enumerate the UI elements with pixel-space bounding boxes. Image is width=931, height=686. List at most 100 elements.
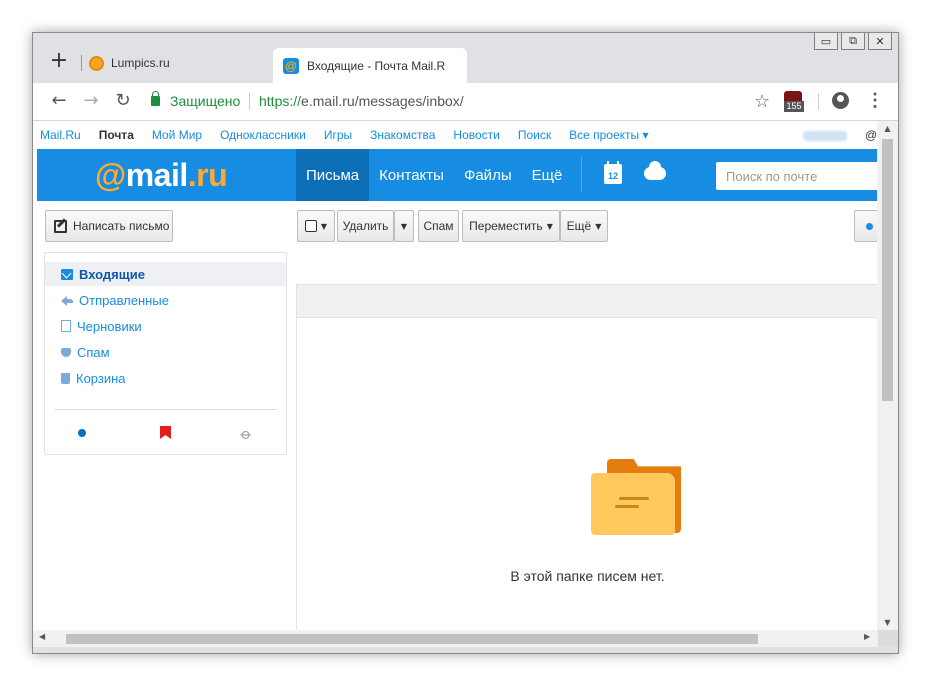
menu-dots-icon[interactable]: ⋮ xyxy=(866,91,884,109)
tab-title: Lumpics.ru xyxy=(111,56,170,70)
vertical-scroll-thumb[interactable] xyxy=(882,139,893,401)
move-button[interactable]: Переместить ▼ xyxy=(462,210,560,242)
tab-bar: + Lumpics.ru @ Входящие - Почта Mail.R xyxy=(33,33,898,83)
folder-label: Черновики xyxy=(77,318,142,334)
tab-lumpics[interactable]: Lumpics.ru xyxy=(89,51,170,75)
compose-button[interactable]: Написать письмо xyxy=(45,210,173,242)
scroll-left-icon[interactable]: ◀ xyxy=(39,632,45,641)
nav-contacts[interactable]: Контакты xyxy=(369,149,454,201)
tab-mail-inbox[interactable]: @ Входящие - Почта Mail.R xyxy=(273,48,467,83)
horizontal-scrollbar[interactable]: ◀ ▶ xyxy=(33,630,878,647)
portal-link-moi-mir[interactable]: Мой Мир xyxy=(152,128,202,142)
folder-front xyxy=(591,473,675,535)
url-separator xyxy=(249,93,250,110)
scroll-right-icon[interactable]: ▶ xyxy=(864,632,870,641)
reload-icon[interactable]: ↻ xyxy=(113,91,133,111)
portal-link-mailru[interactable]: Mail.Ru xyxy=(40,128,81,142)
folder-spam[interactable]: Спам xyxy=(45,340,286,364)
folder-sent[interactable]: Отправленные xyxy=(45,288,286,312)
tab-separator xyxy=(81,55,82,71)
portal-link-pochta[interactable]: Почта xyxy=(99,128,134,142)
header-separator xyxy=(581,157,582,193)
inbox-icon xyxy=(61,268,73,280)
extension-glyph xyxy=(784,91,802,101)
view-options-button[interactable] xyxy=(854,210,878,242)
extension-badge: 155 xyxy=(784,101,804,112)
user-email-blurred xyxy=(803,130,847,141)
search-input[interactable]: Поиск по почте xyxy=(716,162,878,190)
delete-button[interactable]: Удалить xyxy=(337,210,394,242)
chevron-down-icon: ▼ xyxy=(320,221,328,231)
page-content: Mail.Ru Почта Мой Мир Одноклассники Игры… xyxy=(33,121,878,630)
cloud-icon[interactable] xyxy=(644,161,666,180)
toolbar-separator xyxy=(818,93,819,110)
tab-title: Входящие - Почта Mail.R xyxy=(307,58,446,73)
extension-icon[interactable]: 155 xyxy=(784,91,804,113)
browser-window: ▭ ⧉ ✕ + Lumpics.ru @ Входящие - Почта Ma… xyxy=(32,32,899,654)
portal-link-ok[interactable]: Одноклассники xyxy=(220,128,306,142)
vertical-scrollbar[interactable]: ▲ ▼ xyxy=(877,121,898,630)
drafts-icon xyxy=(61,320,71,332)
flag-filter-icon[interactable] xyxy=(160,426,171,439)
nav-files[interactable]: Файлы xyxy=(454,149,522,201)
sent-icon xyxy=(61,295,73,306)
more-label: Ещё xyxy=(566,219,592,233)
folder-label: Корзина xyxy=(76,370,126,386)
mailru-logo[interactable]: @mail.ru xyxy=(95,157,228,194)
folder-trash[interactable]: Корзина xyxy=(45,366,286,390)
portal-link-all-projects[interactable]: Все проекты ▾ xyxy=(569,128,648,142)
back-arrow-icon[interactable]: ← xyxy=(49,91,69,111)
logo-at: @ xyxy=(95,157,126,193)
folder-label: Отправленные xyxy=(79,292,169,308)
calendar-icon[interactable]: 12 xyxy=(604,161,622,184)
bookmark-star-icon[interactable]: ☆ xyxy=(754,91,770,112)
more-actions-button[interactable]: Ещё ▼ xyxy=(560,210,608,242)
logo-name: mail xyxy=(125,157,189,193)
url-scheme: https:// xyxy=(259,93,302,109)
scrollbar-corner xyxy=(878,630,898,647)
message-list-header xyxy=(297,284,878,318)
portal-link-games[interactable]: Игры xyxy=(324,128,352,142)
browser-toolbar: ← → ↻ Защищено https://e.mail.ru/message… xyxy=(33,83,898,121)
delete-dropdown[interactable]: ▼ xyxy=(394,210,414,242)
chevron-down-icon: ▼ xyxy=(400,221,408,231)
portal-bar: Mail.Ru Почта Мой Мир Одноклассники Игры… xyxy=(33,121,878,149)
folder-line xyxy=(619,497,649,500)
spam-button[interactable]: Спам xyxy=(418,210,459,242)
portal-link-dating[interactable]: Знакомства xyxy=(370,128,435,142)
select-all-dropdown[interactable]: ▼ xyxy=(297,210,335,242)
nav-letters[interactable]: Письма xyxy=(296,149,370,201)
folder-sidebar: Входящие Отправленные Черновики Спам Кор… xyxy=(44,252,287,455)
profile-icon[interactable] xyxy=(832,92,849,109)
folder-inbox[interactable]: Входящие xyxy=(45,262,286,286)
new-tab-button[interactable]: + xyxy=(49,50,69,72)
compose-icon xyxy=(54,219,67,233)
user-email[interactable]: @ya xyxy=(803,128,878,142)
move-label: Переместить xyxy=(469,219,543,233)
unread-filter-icon[interactable] xyxy=(78,429,86,437)
select-all-checkbox xyxy=(304,220,317,232)
portal-link-news[interactable]: Новости xyxy=(453,128,499,142)
mail-header: @mail.ru Письма Контакты Файлы Ещё 12 По… xyxy=(37,149,878,201)
blue-dot-icon xyxy=(865,222,873,230)
url-path: e.mail.ru/messages/inbox/ xyxy=(301,93,464,109)
portal-link-search[interactable]: Поиск xyxy=(518,128,551,142)
forward-arrow-icon[interactable]: → xyxy=(81,91,101,111)
horizontal-scroll-thumb[interactable] xyxy=(66,634,758,644)
header-nav: Письма Контакты Файлы Ещё xyxy=(296,149,572,201)
lock-icon xyxy=(151,91,160,106)
address-bar[interactable]: https://e.mail.ru/messages/inbox/ xyxy=(259,93,464,109)
scroll-down-icon[interactable]: ▼ xyxy=(877,618,898,627)
chevron-down-icon: ▼ xyxy=(546,221,553,231)
scroll-up-icon[interactable]: ▲ xyxy=(877,124,898,133)
secure-label[interactable]: Защищено xyxy=(170,93,240,109)
spam-icon xyxy=(61,347,71,357)
nav-more[interactable]: Ещё xyxy=(522,149,573,201)
sidebar-divider xyxy=(55,409,277,410)
mailru-favicon-icon: @ xyxy=(283,57,299,74)
logo-dot: . xyxy=(187,157,197,193)
trash-icon xyxy=(61,372,70,384)
folder-drafts[interactable]: Черновики xyxy=(45,314,286,338)
attachment-filter-icon[interactable]: ⌀ xyxy=(237,424,256,443)
empty-folder-message: В этой папке писем нет. xyxy=(510,568,665,584)
